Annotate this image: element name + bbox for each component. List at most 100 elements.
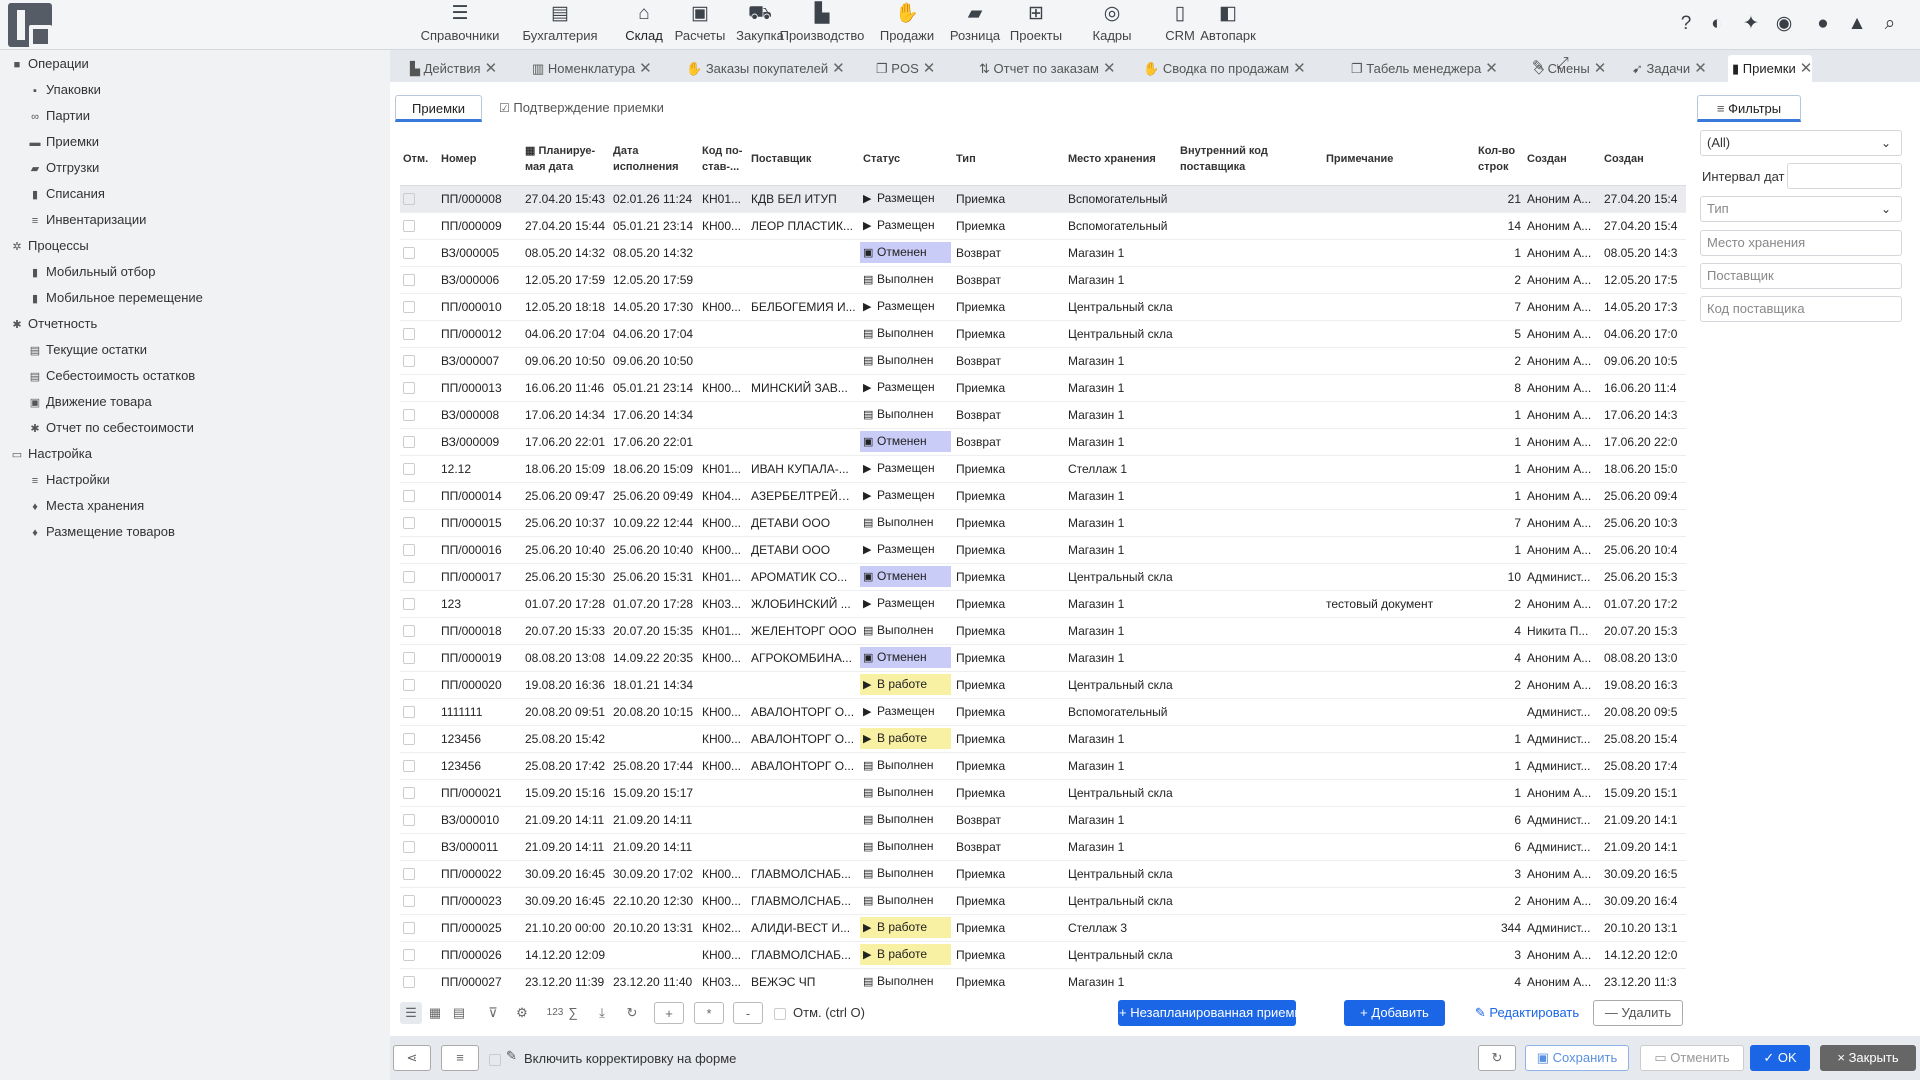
count-button[interactable]: 123: [543, 1002, 567, 1024]
calendar-view-icon[interactable]: ▤: [448, 1002, 470, 1024]
close-tab-icon[interactable]: ✕: [1594, 60, 1607, 77]
tab-9[interactable]: ▮ Приемки ✕: [1728, 55, 1813, 82]
column-header-4[interactable]: Код по-став-...: [699, 134, 748, 186]
table-row[interactable]: ПП/000008 27.04.20 15:43 02.01.26 11:24 КН0…: [400, 185, 1686, 213]
table-row[interactable]: ПП/000009 27.04.20 15:44 05.01.21 23:14 КН0…: [400, 212, 1686, 240]
column-header-9[interactable]: Внутренний код поставщика: [1177, 134, 1323, 186]
row-checkbox[interactable]: [400, 536, 438, 564]
filters-tab[interactable]: ≡ Фильтры: [1697, 95, 1801, 122]
sidebar-group-2[interactable]: ✱ Отчетность: [10, 312, 97, 336]
storage-place-input[interactable]: Место хранения: [1700, 230, 1902, 256]
sidebar-item-0-0[interactable]: ▪ Упаковки: [28, 78, 101, 102]
refresh-icon[interactable]: ↻: [621, 1002, 643, 1024]
row-checkbox[interactable]: [400, 806, 438, 834]
module-3[interactable]: ▣ Расчеты: [670, 0, 730, 50]
row-checkbox[interactable]: [400, 779, 438, 807]
row-checkbox[interactable]: [400, 320, 438, 348]
table-row[interactable]: 12.12 18.06.20 15:09 18.06.20 15:09 КН01...…: [400, 455, 1686, 483]
row-checkbox[interactable]: [400, 482, 438, 510]
table-row[interactable]: ПП/000015 25.06.20 10:37 10.09.22 12:44 КН0…: [400, 509, 1686, 537]
row-checkbox[interactable]: [400, 293, 438, 321]
table-row[interactable]: 1111111 20.08.20 09:51 20.08.20 10:15 КН00.…: [400, 698, 1686, 726]
sidebar-group-3[interactable]: ▭ Настройка: [10, 442, 92, 466]
add-button[interactable]: + Добавить: [1344, 1000, 1445, 1026]
column-header-12[interactable]: Создан: [1524, 134, 1601, 186]
row-checkbox[interactable]: [400, 212, 438, 240]
module-11[interactable]: ◧ Автопарк: [1188, 0, 1268, 50]
table-row[interactable]: ПП/000012 04.06.20 17:04 04.06.20 17:04 ▤ Вы…: [400, 320, 1686, 348]
module-6[interactable]: ✋ Продажи: [871, 0, 943, 50]
row-checkbox[interactable]: [400, 563, 438, 591]
close-tab-icon[interactable]: ✕: [1485, 60, 1498, 77]
table-row[interactable]: ПП/000013 16.06.20 11:46 05.01.21 23:14 КН0…: [400, 374, 1686, 402]
mark-checkbox[interactable]: [773, 1002, 787, 1024]
column-header-11[interactable]: Кол-во строк: [1475, 134, 1524, 186]
table-row[interactable]: 123456 25.08.20 17:42 25.08.20 17:44 КН00..…: [400, 752, 1686, 780]
column-header-5[interactable]: Поставщик: [748, 134, 860, 186]
mark-add-button[interactable]: +: [654, 1002, 684, 1024]
tab-8[interactable]: ➹ Задачи ✕: [1628, 55, 1707, 82]
table-row[interactable]: ВЗ/000005 08.05.20 14:32 08.05.20 14:32 ▣ От…: [400, 239, 1686, 267]
table-row[interactable]: ПП/000017 25.06.20 15:30 25.06.20 15:31 КН0…: [400, 563, 1686, 591]
tab-7[interactable]: ◇ Смены ✕: [1530, 55, 1606, 82]
list-view-icon[interactable]: ☰: [400, 1002, 422, 1024]
row-checkbox[interactable]: [400, 860, 438, 888]
table-row[interactable]: ПП/000016 25.06.20 10:40 25.06.20 10:40 КН0…: [400, 536, 1686, 564]
sidebar-item-2-3[interactable]: ✱ Отчет по себестоимости: [28, 416, 194, 440]
sidebar-item-2-2[interactable]: ▣ Движение товара: [28, 390, 152, 414]
contrast-icon[interactable]: ◐: [1705, 11, 1729, 37]
row-checkbox[interactable]: [400, 698, 438, 726]
filter-icon[interactable]: ⊽: [482, 1002, 504, 1024]
row-checkbox[interactable]: [400, 725, 438, 753]
table-row[interactable]: ВЗ/000006 12.05.20 17:59 12.05.20 17:59 ▤ Вы…: [400, 266, 1686, 294]
sidebar-item-1-1[interactable]: ▮ Мобильное перемещение: [28, 286, 203, 310]
table-row[interactable]: ПП/000027 23.12.20 11:39 23.12.20 11:40 КН0…: [400, 968, 1686, 992]
row-checkbox[interactable]: [400, 374, 438, 402]
row-checkbox[interactable]: [400, 887, 438, 915]
type-select[interactable]: Тип ⌄: [1700, 196, 1902, 222]
app-logo[interactable]: [8, 3, 52, 48]
sidebar-item-3-0[interactable]: ≡ Настройки: [28, 468, 110, 492]
row-checkbox[interactable]: [400, 266, 438, 294]
search-icon[interactable]: ⌕: [1878, 11, 1902, 37]
edit-button[interactable]: ✎ Редактировать: [1464, 1000, 1590, 1026]
unplanned-receipt-button[interactable]: + Незапланированная приемка: [1118, 1000, 1308, 1026]
close-button[interactable]: × Закрыть: [1820, 1045, 1916, 1071]
sidebar-item-3-2[interactable]: ♦ Размещение товаров: [28, 520, 175, 544]
tab-6[interactable]: ❐ Табель менеджера ✕: [1347, 55, 1498, 82]
chat-icon[interactable]: ●: [1811, 11, 1835, 37]
module-1[interactable]: ▤ Бухгалтерия: [516, 0, 604, 50]
module-5[interactable]: ▙ Производство: [777, 0, 867, 50]
supplier-code-input[interactable]: Код поставщика: [1700, 296, 1902, 322]
tab-5[interactable]: ✋ Сводка по продажам ✕: [1139, 55, 1306, 82]
module-8[interactable]: ⊞ Проекты: [1004, 0, 1068, 50]
row-checkbox[interactable]: [400, 968, 438, 992]
column-header-0[interactable]: Отм.: [400, 134, 438, 186]
download-icon[interactable]: ⤓: [591, 1002, 613, 1024]
module-7[interactable]: ▰ Розница: [943, 0, 1007, 50]
module-9[interactable]: ◎ Кадры: [1084, 0, 1140, 50]
sidebar-item-0-3[interactable]: ▰ Отгрузки: [28, 156, 100, 180]
subtab-receipts[interactable]: Приемки: [395, 95, 482, 122]
row-checkbox[interactable]: [400, 671, 438, 699]
column-header-8[interactable]: Место хранения: [1065, 134, 1177, 186]
save-button[interactable]: ▣ Сохранить: [1525, 1045, 1629, 1071]
cancel-button[interactable]: ▭ Отменить: [1640, 1045, 1744, 1071]
tab-0[interactable]: ▙ Действия ✕: [406, 55, 497, 82]
table-row[interactable]: ПП/000026 14.12.20 12:09 КН00... ГЛАВМОЛСНА…: [400, 941, 1686, 969]
table-row[interactable]: ПП/000022 30.09.20 16:45 30.09.20 17:02 КН0…: [400, 860, 1686, 888]
close-tab-icon[interactable]: ✕: [639, 60, 652, 77]
row-checkbox[interactable]: [400, 617, 438, 645]
column-header-13[interactable]: Создан: [1601, 134, 1686, 186]
sum-icon[interactable]: ∑: [566, 1002, 580, 1024]
sidebar-item-1-0[interactable]: ▮ Мобильный отбор: [28, 260, 156, 284]
settings-gear-icon[interactable]: ⚙: [511, 1002, 533, 1024]
row-checkbox[interactable]: [400, 752, 438, 780]
row-checkbox[interactable]: [400, 185, 438, 213]
row-checkbox[interactable]: [400, 455, 438, 483]
column-header-2[interactable]: ▦ Планируе-мая дата: [522, 134, 610, 186]
table-row[interactable]: ВЗ/000007 09.06.20 10:50 09.06.20 10:50 ▤ Вы…: [400, 347, 1686, 375]
close-tab-icon[interactable]: ✕: [1694, 60, 1707, 77]
table-row[interactable]: ВЗ/000011 21.09.20 14:11 21.09.20 14:11 ▤ Вы…: [400, 833, 1686, 861]
row-checkbox[interactable]: [400, 239, 438, 267]
